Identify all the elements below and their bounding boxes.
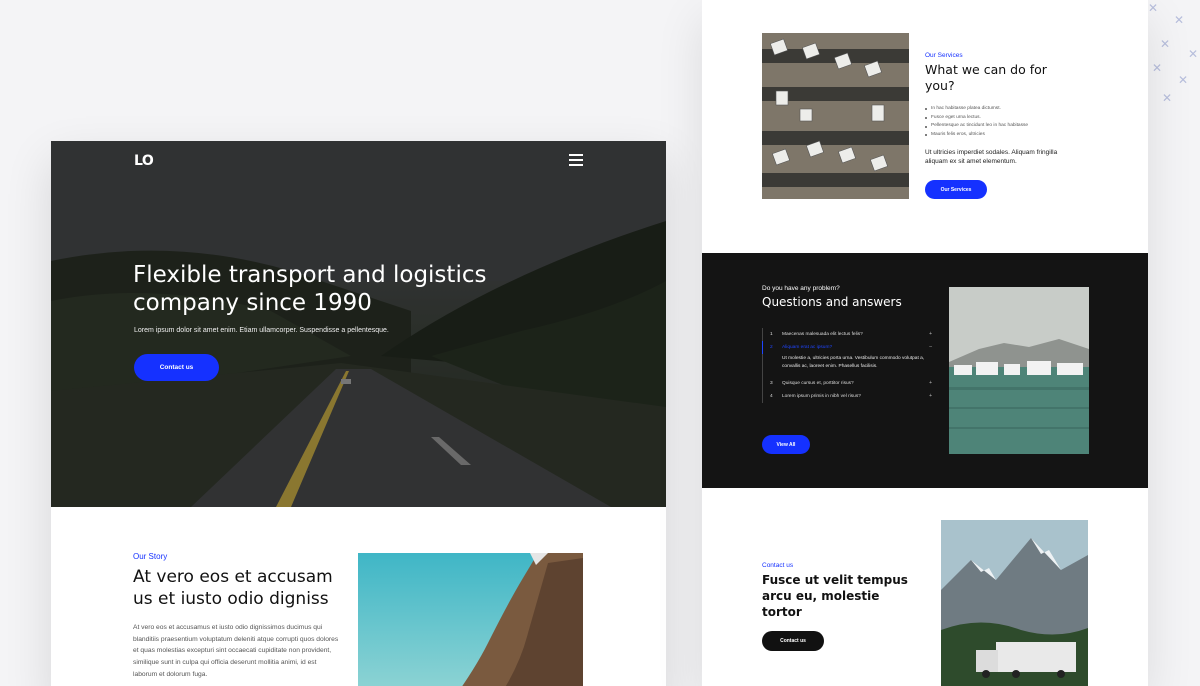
landing-page-mockup: LO Flexible transport and logistics comp…	[51, 141, 666, 686]
list-item: Mauris felis eros, ultricies	[925, 131, 1028, 140]
star-icon: ✕	[1148, 1, 1159, 15]
our-story-section: Our Story At vero eos et accusam us et i…	[51, 507, 666, 686]
faq-question: Quisque cursus et, porttitor risus?	[782, 380, 854, 386]
hero-subtitle: Lorem ipsum dolor sit amet enim. Etiam u…	[134, 327, 389, 334]
faq-number: 1	[770, 332, 773, 337]
services-title: What we can do for you?	[925, 62, 1047, 93]
contact-title: Fusce ut velit tempus arcu eu, molestie …	[762, 573, 908, 619]
faq-eyebrow: Do you have any problem?	[762, 285, 840, 292]
faq-item-active[interactable]: 2 Aliquam erat ac ipsum? –	[762, 341, 932, 354]
our-services-button[interactable]: Our Services	[925, 180, 987, 199]
story-title: At vero eos et accusam us et iusto odio …	[133, 567, 333, 609]
story-body: At vero eos et accusamus et iusto odio d…	[133, 624, 339, 678]
faq-title: Questions and answers	[762, 295, 902, 309]
faq-item[interactable]: 4 Lorem ipsum primis in nibh vel risus? …	[763, 390, 932, 403]
minus-icon: –	[929, 344, 932, 350]
story-eyebrow: Our Story	[133, 552, 168, 561]
contact-eyebrow: Contact us	[762, 562, 794, 569]
faq-item[interactable]: 3 Quisque cursus et, porttitor risus? +	[763, 377, 932, 390]
mountain-truck-image	[941, 520, 1088, 686]
faq-question: Aliquam erat ac ipsum?	[782, 345, 833, 350]
hero-section: LO Flexible transport and logistics comp…	[51, 141, 666, 507]
list-item: Fusce eget urna lectus.	[925, 114, 1028, 123]
harbor-image	[949, 287, 1089, 454]
hero-title: Flexible transport and logistics company…	[133, 262, 487, 316]
plus-icon: +	[929, 331, 932, 337]
services-list: In hac habitasse platea dictumst. Fusce …	[925, 105, 1028, 140]
trucks-aerial-image	[762, 33, 909, 199]
inner-page-mockup: Our Services What we can do for you? In …	[702, 0, 1148, 686]
services-paragraph: Ut ultricies imperdiet sodales. Aliquam …	[925, 149, 1058, 165]
faq-section: Do you have any problem? Questions and a…	[702, 253, 1148, 488]
hamburger-menu-icon[interactable]	[569, 154, 583, 166]
contact-us-button[interactable]: Contact us	[762, 631, 824, 651]
list-item: Pellentesque ac tincidunt leo in hac hab…	[925, 122, 1028, 131]
contact-us-button[interactable]: Contact us	[134, 354, 219, 381]
star-icon: ✕	[1174, 13, 1185, 27]
faq-number: 2	[770, 345, 773, 350]
story-cliff-image	[358, 553, 583, 686]
star-icon: ✕	[1178, 73, 1189, 87]
site-logo[interactable]: LO	[134, 153, 154, 169]
star-icon: ✕	[1160, 37, 1171, 51]
faq-question: Maecenas malesuada elit lectus felis?	[782, 332, 863, 337]
faq-answer: Ut molestie a, ultricies porta urna. Ves…	[782, 356, 925, 369]
faq-accordion: 1 Maecenas malesuada elit lectus felis? …	[762, 328, 932, 403]
faq-number: 4	[770, 393, 773, 399]
star-icon: ✕	[1188, 47, 1199, 61]
hero-overlay	[51, 141, 666, 507]
list-item: In hac habitasse platea dictumst.	[925, 105, 1028, 114]
plus-icon: +	[929, 392, 932, 399]
star-icon: ✕	[1162, 91, 1173, 105]
star-icon: ✕	[1152, 61, 1163, 75]
view-all-button[interactable]: View All	[762, 435, 810, 454]
faq-number: 3	[770, 380, 773, 386]
faq-question: Lorem ipsum primis in nibh vel risus?	[782, 393, 861, 399]
plus-icon: +	[929, 379, 932, 386]
services-eyebrow: Our Services	[925, 52, 963, 59]
faq-item[interactable]: 1 Maecenas malesuada elit lectus felis? …	[763, 328, 932, 341]
